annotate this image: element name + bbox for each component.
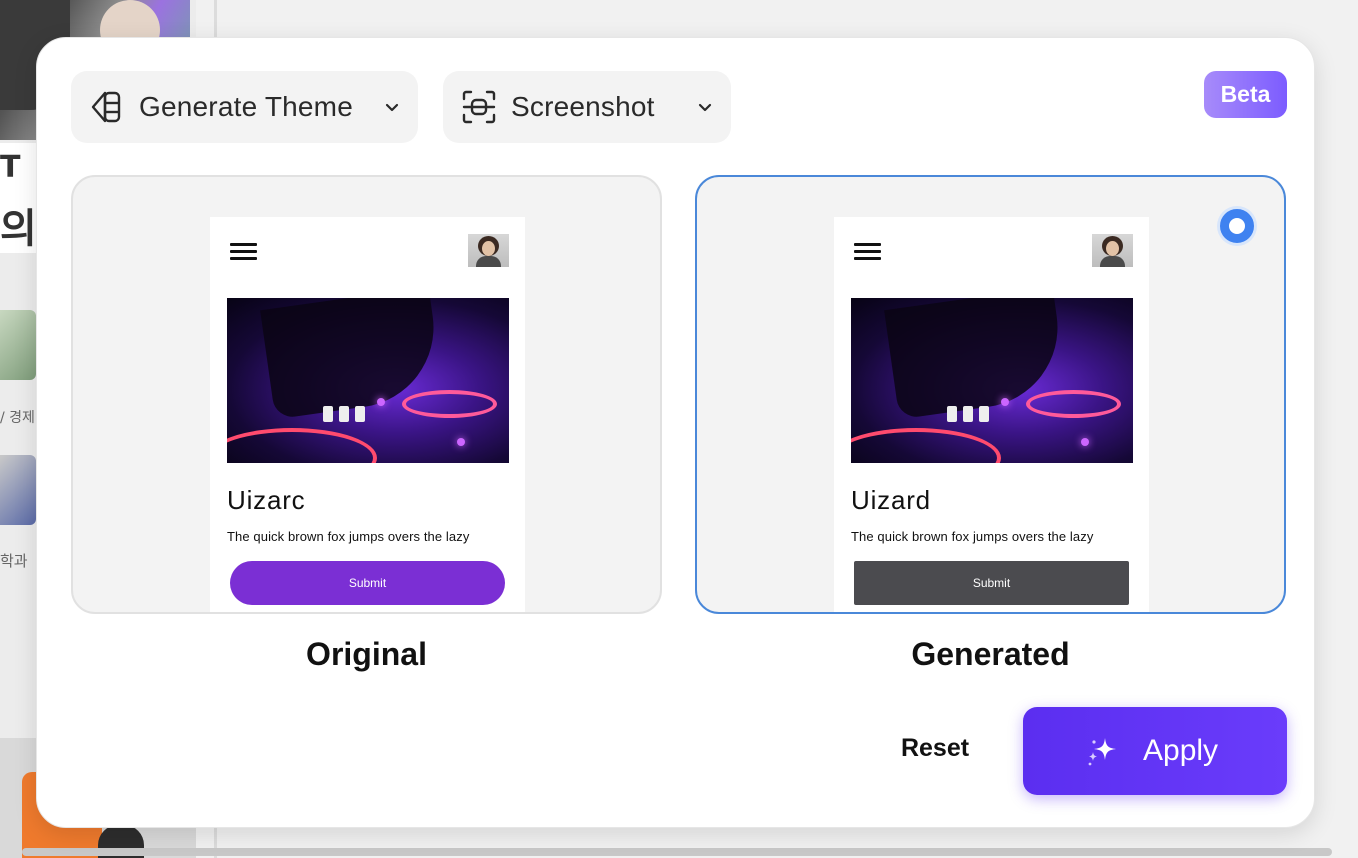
avatar [1092, 234, 1133, 267]
selected-radio[interactable] [1220, 209, 1254, 243]
generate-theme-dropdown[interactable]: Generate Theme [71, 71, 418, 143]
mock-submit-button: Submit [854, 561, 1129, 605]
background-thumbnail-brain [0, 455, 36, 525]
screenshot-icon [461, 89, 497, 125]
mock-title: Uizarc [227, 485, 306, 515]
generated-preview-card[interactable]: Uizard The quick brown fox jumps overs t… [695, 175, 1286, 614]
reset-button[interactable]: Reset [887, 734, 983, 774]
generated-caption: Generated [911, 636, 1070, 672]
background-category-text: / 경제 [0, 410, 35, 426]
screenshot-dropdown[interactable]: Screenshot [443, 71, 731, 143]
mock-title: Uizard [851, 485, 931, 515]
background-category-text-2: 학과 [0, 552, 28, 570]
chevron-down-icon [697, 99, 713, 115]
avatar [468, 234, 509, 267]
original-caption: Original [306, 636, 427, 672]
dj-mixer-image [227, 298, 509, 463]
background-thumbnail-money [0, 310, 36, 380]
mock-body-text: The quick brown fox jumps overs the lazy [227, 529, 470, 544]
generate-theme-label: Generate Theme [139, 91, 353, 122]
theme-generator-modal: Generate Theme Screenshot Beta Uizarc Th… [36, 37, 1315, 828]
dj-mixer-image [851, 298, 1133, 463]
apply-button[interactable]: Apply [1023, 707, 1287, 795]
chevron-down-icon [384, 99, 400, 115]
background-korean-text: 의 [0, 206, 37, 252]
sparkle-icon [1088, 738, 1116, 766]
screenshot-label: Screenshot [511, 91, 655, 122]
theme-palette-icon [89, 89, 125, 125]
phone-mockup: Uizarc The quick brown fox jumps overs t… [210, 217, 525, 612]
original-preview-card[interactable]: Uizarc The quick brown fox jumps overs t… [71, 175, 662, 614]
mock-body-text: The quick brown fox jumps overs the lazy [851, 529, 1094, 544]
hamburger-menu-icon [854, 243, 882, 263]
beta-badge: Beta [1204, 71, 1287, 118]
mock-submit-button: Submit [230, 561, 505, 605]
apply-label: Apply [1143, 734, 1219, 767]
background-heading-glyph: T [0, 150, 21, 185]
phone-mockup: Uizard The quick brown fox jumps overs t… [834, 217, 1149, 612]
hamburger-menu-icon [230, 243, 258, 263]
horizontal-scrollbar[interactable] [22, 848, 1332, 856]
